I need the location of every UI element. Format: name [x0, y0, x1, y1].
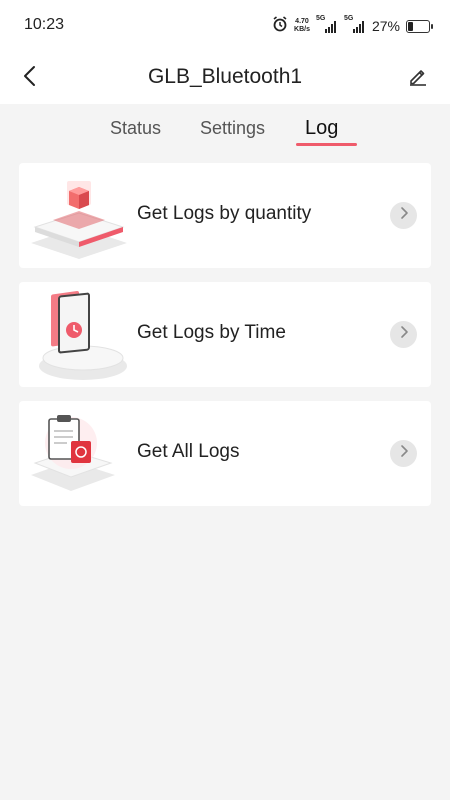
signal-icon: 5G: [316, 15, 338, 33]
chevron-right-button[interactable]: [390, 202, 417, 229]
network-speed: 4.70 KB/s: [294, 18, 310, 34]
get-logs-by-quantity-card[interactable]: Get Logs by quantity: [19, 163, 431, 268]
card-label: Get All Logs: [137, 441, 240, 462]
battery-icon: [406, 19, 433, 33]
chevron-right-icon: [399, 325, 409, 344]
app-header: GLB_Bluetooth1: [0, 52, 450, 104]
clipboard-icon: [27, 405, 131, 502]
status-bar: 10:23 4.70 KB/s 5G 5G 27%: [0, 0, 450, 52]
chevron-right-button[interactable]: [390, 321, 417, 348]
signal-label: 5G: [315, 15, 326, 22]
cube-platform-icon: [27, 167, 131, 264]
chevron-right-icon: [399, 444, 409, 463]
signal-icon: 5G: [344, 15, 366, 33]
pencil-icon: [408, 66, 428, 91]
battery-percent: 27%: [371, 18, 400, 34]
battery-level: [408, 21, 413, 31]
status-time: 10:23: [24, 16, 65, 33]
tab-log[interactable]: Log: [305, 117, 338, 140]
network-speed-value: 4.70: [295, 18, 309, 25]
alarm-icon: [272, 15, 288, 37]
status-icons: 4.70 KB/s 5G 5G 27%: [272, 14, 433, 38]
get-all-logs-card[interactable]: Get All Logs: [19, 401, 431, 506]
card-label: Get Logs by quantity: [137, 203, 312, 224]
get-logs-by-time-card[interactable]: Get Logs by Time: [19, 282, 431, 387]
tab-active-indicator: [296, 143, 357, 146]
card-label: Get Logs by Time: [137, 322, 286, 343]
edit-button[interactable]: [404, 64, 432, 92]
page-title: GLB_Bluetooth1: [147, 65, 303, 88]
clock-tablet-icon: [27, 286, 131, 383]
tab-settings[interactable]: Settings: [200, 118, 265, 139]
tab-bar: Status Settings Log: [0, 112, 450, 152]
chevron-right-icon: [399, 206, 409, 225]
tab-status[interactable]: Status: [110, 118, 161, 139]
network-speed-unit: KB/s: [294, 26, 310, 33]
chevron-right-button[interactable]: [390, 440, 417, 467]
signal-label: 5G: [343, 15, 354, 22]
